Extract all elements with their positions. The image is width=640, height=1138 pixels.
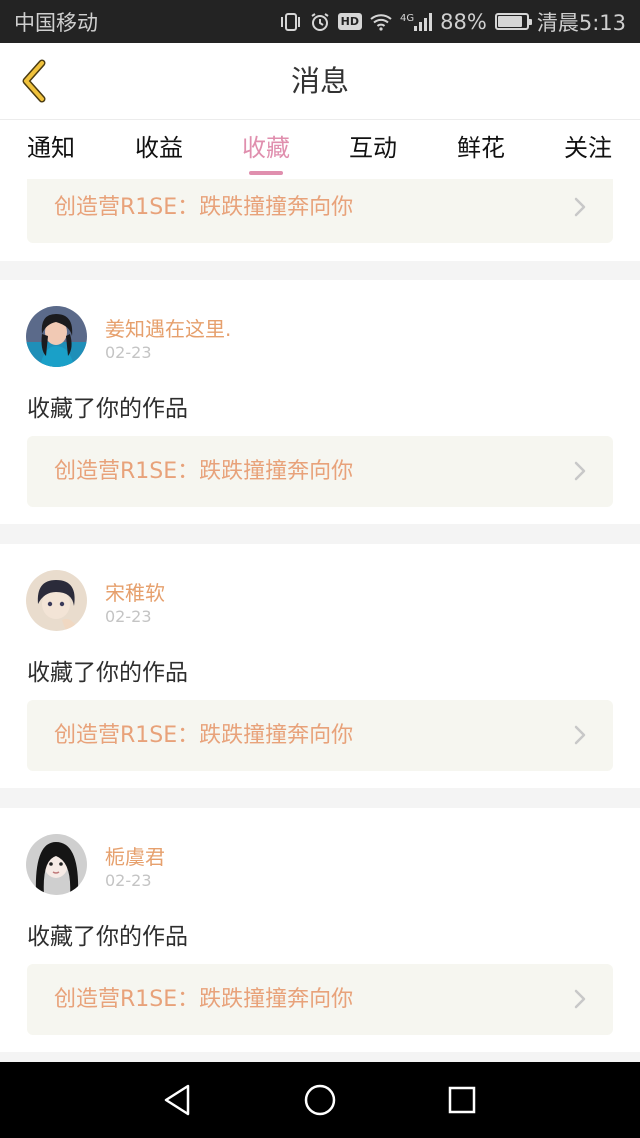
tab-favorites[interactable]: 收藏 [242,121,290,179]
wifi-icon [370,13,392,31]
page-title: 消息 [290,64,349,98]
chevron-right-icon [574,197,586,217]
tab-label: 鲜花 [457,134,505,162]
home-circle-icon[interactable] [300,1080,340,1120]
tab-income[interactable]: 收益 [135,121,183,179]
carrier-label: 中国移动 [14,10,98,35]
work-title: 创造营R1SE：跌跌撞撞奔向你 [54,723,354,748]
hd-icon: HD [337,13,363,30]
username[interactable]: 栀虞君 [105,841,165,870]
app-header: 消息 [0,43,640,120]
tab-following[interactable]: 关注 [564,121,612,179]
tab-label: 收益 [135,134,183,162]
clock: 清晨5:13 [536,10,626,35]
status-bar: 中国移动 HD 4G 88% 清晨5:13 [0,0,640,43]
signal-icon: 4G [400,12,433,31]
chevron-right-icon [574,461,586,481]
system-nav-bar [0,1062,640,1138]
avatar[interactable] [26,306,87,367]
tab-label: 收藏 [242,134,290,162]
avatar[interactable] [26,570,87,631]
chevron-right-icon [574,989,586,1009]
tab-notice[interactable]: 通知 [27,121,75,179]
date: 02-23 [105,871,152,890]
vibrate-icon [280,12,302,31]
date: 02-23 [105,343,152,362]
date: 02-23 [105,607,152,626]
message-feed[interactable]: 创造营R1SE：跌跌撞撞奔向你 姜知遇在这里. 02-23 收藏了你的作品 创造… [0,179,640,1062]
tab-label: 关注 [564,134,612,162]
battery-icon [494,13,532,30]
list-item: 创造营R1SE：跌跌撞撞奔向你 [0,179,640,261]
work-link[interactable]: 创造营R1SE：跌跌撞撞奔向你 [27,179,613,243]
work-title: 创造营R1SE：跌跌撞撞奔向你 [54,459,354,484]
work-link[interactable]: 创造营R1SE：跌跌撞撞奔向你 [27,964,613,1035]
action-text: 收藏了你的作品 [27,660,188,686]
recents-square-icon[interactable] [442,1080,482,1120]
tab-label: 互动 [349,134,397,162]
avatar[interactable] [26,834,87,895]
list-item: 栀虞君 02-23 收藏了你的作品 创造营R1SE：跌跌撞撞奔向你 [0,808,640,1052]
work-title: 创造营R1SE：跌跌撞撞奔向你 [54,195,354,220]
tab-interaction[interactable]: 互动 [349,121,397,179]
battery-percent: 88% [440,9,487,34]
network-label: 4G [400,12,415,24]
active-tab-indicator [249,171,283,175]
back-triangle-icon[interactable] [158,1080,198,1120]
work-title: 创造营R1SE：跌跌撞撞奔向你 [54,987,354,1012]
tab-flowers[interactable]: 鲜花 [457,121,505,179]
username[interactable]: 姜知遇在这里. [105,313,231,342]
status-icons: HD 4G 88% 清晨5:13 [280,7,626,37]
action-text: 收藏了你的作品 [27,924,188,950]
tab-label: 通知 [27,134,75,162]
username[interactable]: 宋稚软 [105,577,165,606]
chevron-right-icon [574,725,586,745]
work-link[interactable]: 创造营R1SE：跌跌撞撞奔向你 [27,436,613,507]
tab-bar: 通知 收益 收藏 互动 鲜花 关注 [0,121,640,179]
list-item: 姜知遇在这里. 02-23 收藏了你的作品 创造营R1SE：跌跌撞撞奔向你 [0,280,640,524]
action-text: 收藏了你的作品 [27,396,188,422]
alarm-icon [310,12,330,32]
list-item: 宋稚软 02-23 收藏了你的作品 创造营R1SE：跌跌撞撞奔向你 [0,544,640,788]
work-link[interactable]: 创造营R1SE：跌跌撞撞奔向你 [27,700,613,771]
